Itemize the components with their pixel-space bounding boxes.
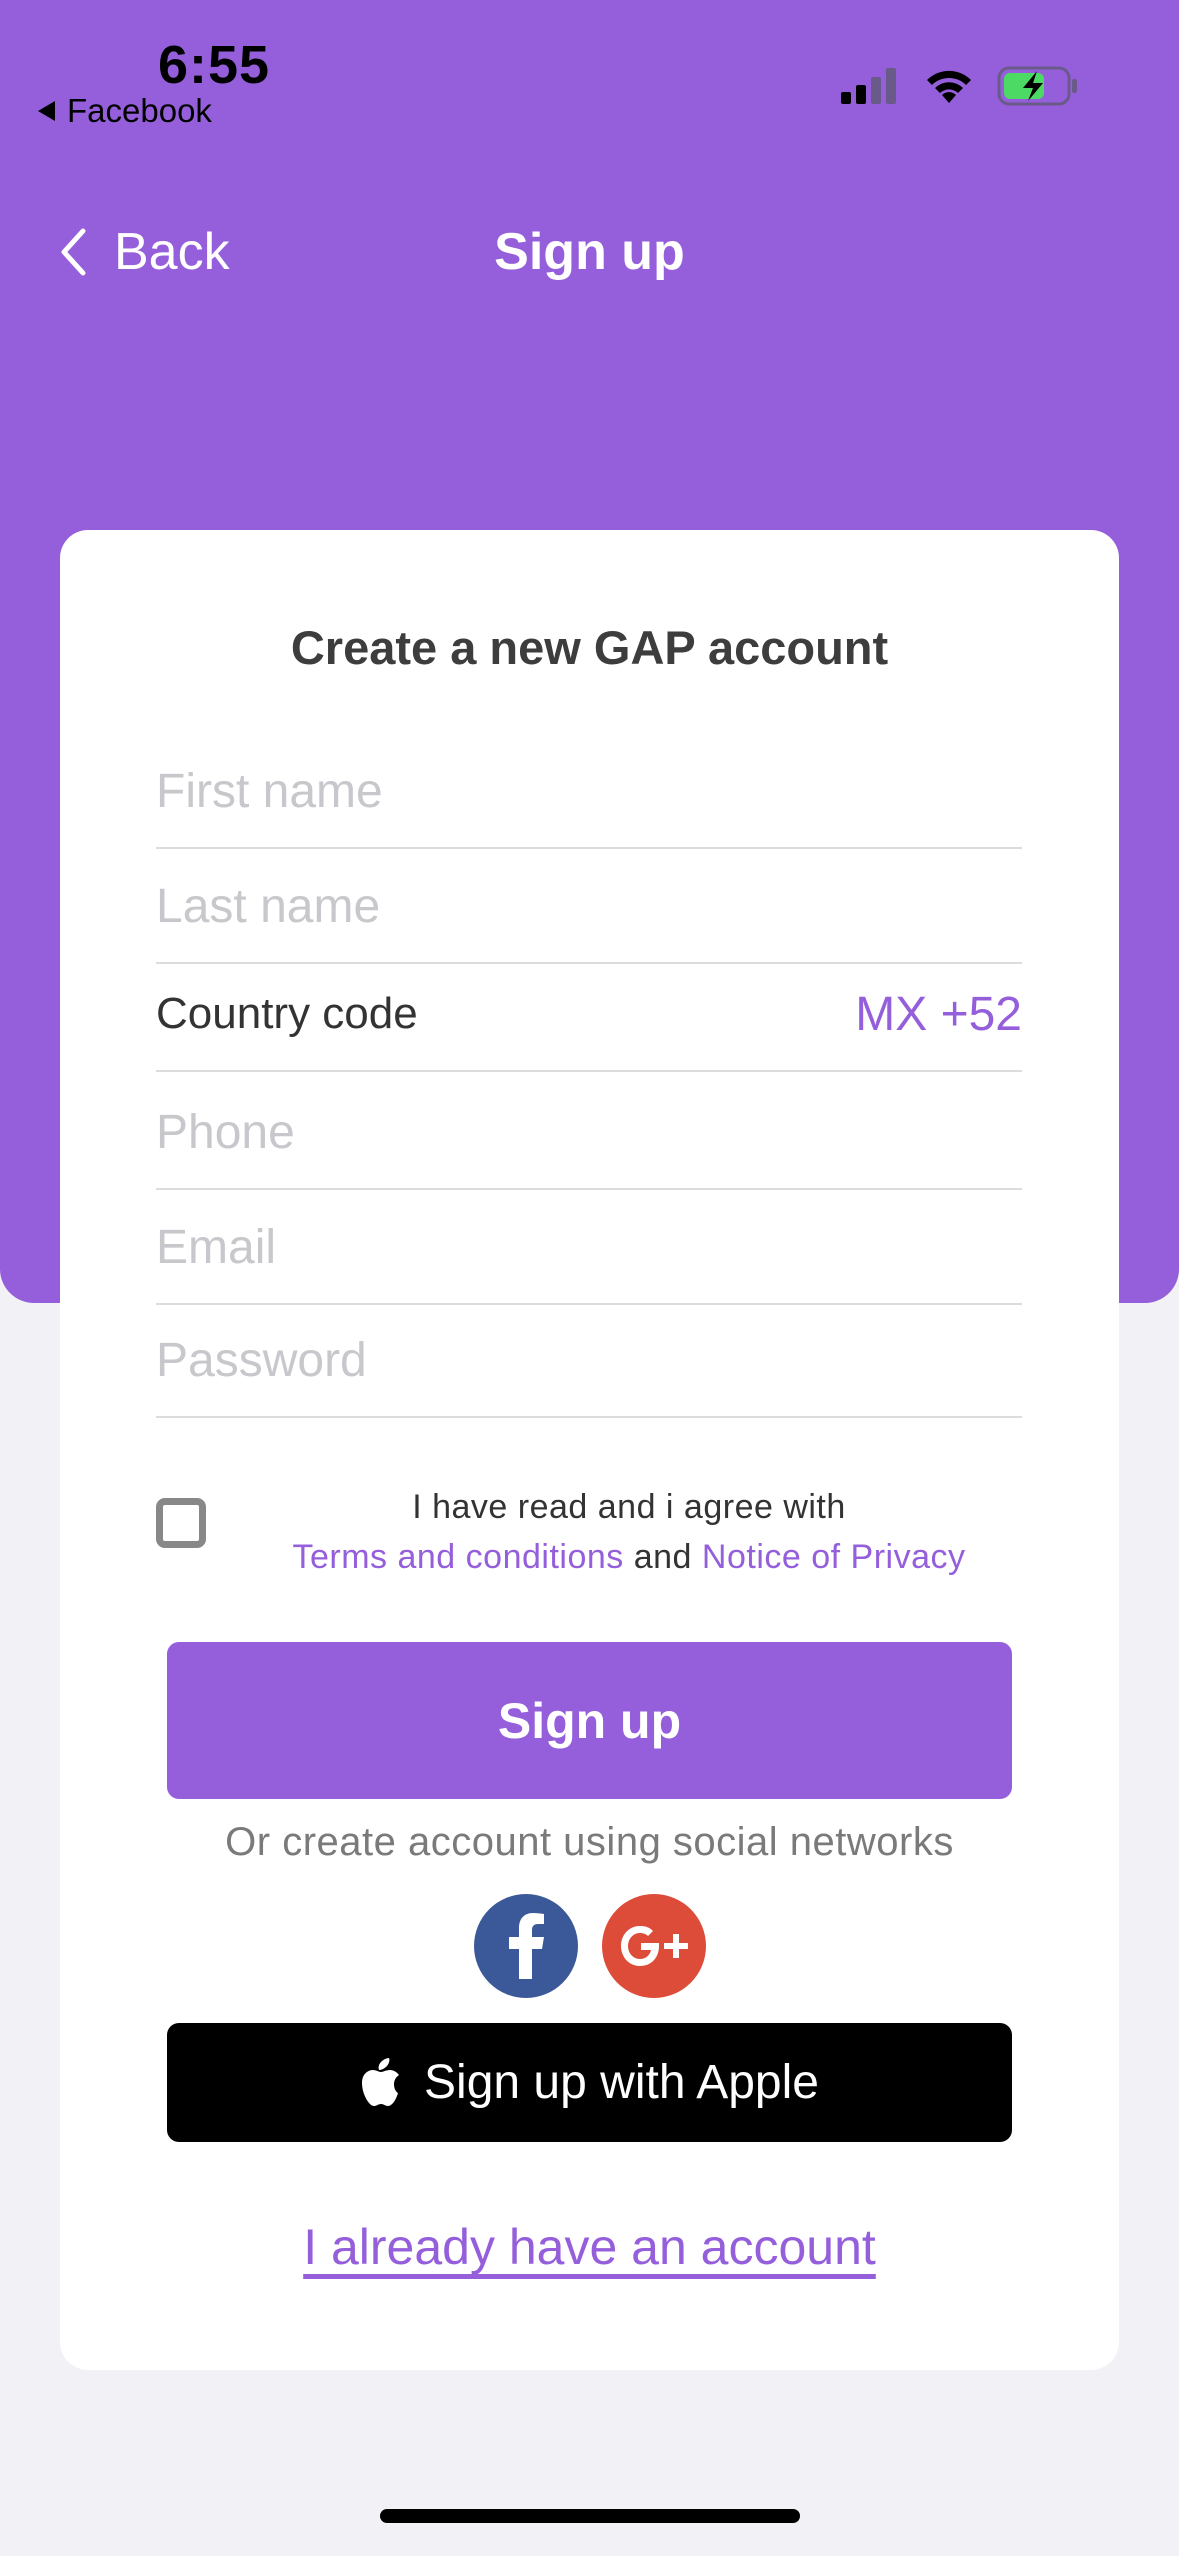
home-indicator [380, 2509, 800, 2523]
phone-field [156, 1076, 1022, 1190]
status-time: 6:55 [158, 35, 271, 95]
google-signup-button[interactable] [601, 1894, 706, 1998]
battery-charging-icon [997, 66, 1077, 106]
agree-text: I have read and i agree with [412, 1488, 846, 1526]
terms-link[interactable]: Terms and conditions [292, 1538, 623, 1576]
first-name-field [156, 735, 1022, 849]
facebook-icon [508, 1913, 544, 1979]
facebook-signup-button[interactable] [473, 1894, 578, 1998]
apple-logo-icon [362, 2057, 400, 2106]
social-buttons [60, 1894, 1119, 1998]
agree-conjunction: and [633, 1538, 692, 1576]
phone-input[interactable] [156, 1104, 1022, 1160]
email-input[interactable] [156, 1219, 1022, 1275]
last-name-field [156, 850, 1022, 964]
last-name-input[interactable] [156, 878, 1022, 934]
status-icons [841, 66, 1079, 106]
signup-button[interactable]: Sign up [167, 1642, 1012, 1799]
country-code-label: Country code [156, 989, 418, 1038]
back-button[interactable]: Back [58, 222, 230, 282]
password-input[interactable] [156, 1332, 1022, 1388]
country-code-selector[interactable]: Country code MX +52 [156, 958, 1022, 1072]
cellular-signal-icon [841, 68, 896, 104]
google-plus-icon [620, 1926, 688, 1966]
email-field [156, 1191, 1022, 1305]
agree-checkbox[interactable] [156, 1498, 206, 1548]
back-to-app-link[interactable]: Facebook [38, 92, 212, 130]
agree-row: I have read and i agree with Terms and c… [156, 1482, 1022, 1582]
already-have-account-link[interactable]: I already have an account [60, 2218, 1119, 2276]
back-label: Back [114, 223, 230, 281]
back-triangle-icon [38, 101, 55, 121]
page-title: Sign up [494, 223, 685, 281]
chevron-left-icon [61, 228, 86, 276]
wifi-icon [927, 70, 971, 103]
password-field [156, 1304, 1022, 1418]
back-app-label: Facebook [67, 92, 212, 129]
apple-signup-button[interactable]: Sign up with Apple [167, 2023, 1012, 2142]
social-networks-text: Or create account using social networks [225, 1820, 954, 1864]
first-name-input[interactable] [156, 763, 1022, 819]
country-code-value: MX +52 [855, 987, 1022, 1041]
signup-card: Create a new GAP account Country code MX… [60, 530, 1119, 2370]
agree-text-block: I have read and i agree with Terms and c… [236, 1482, 1022, 1582]
form-heading: Create a new GAP account [290, 621, 889, 674]
privacy-link[interactable]: Notice of Privacy [702, 1538, 966, 1576]
apple-button-label: Sign up with Apple [424, 2056, 819, 2109]
